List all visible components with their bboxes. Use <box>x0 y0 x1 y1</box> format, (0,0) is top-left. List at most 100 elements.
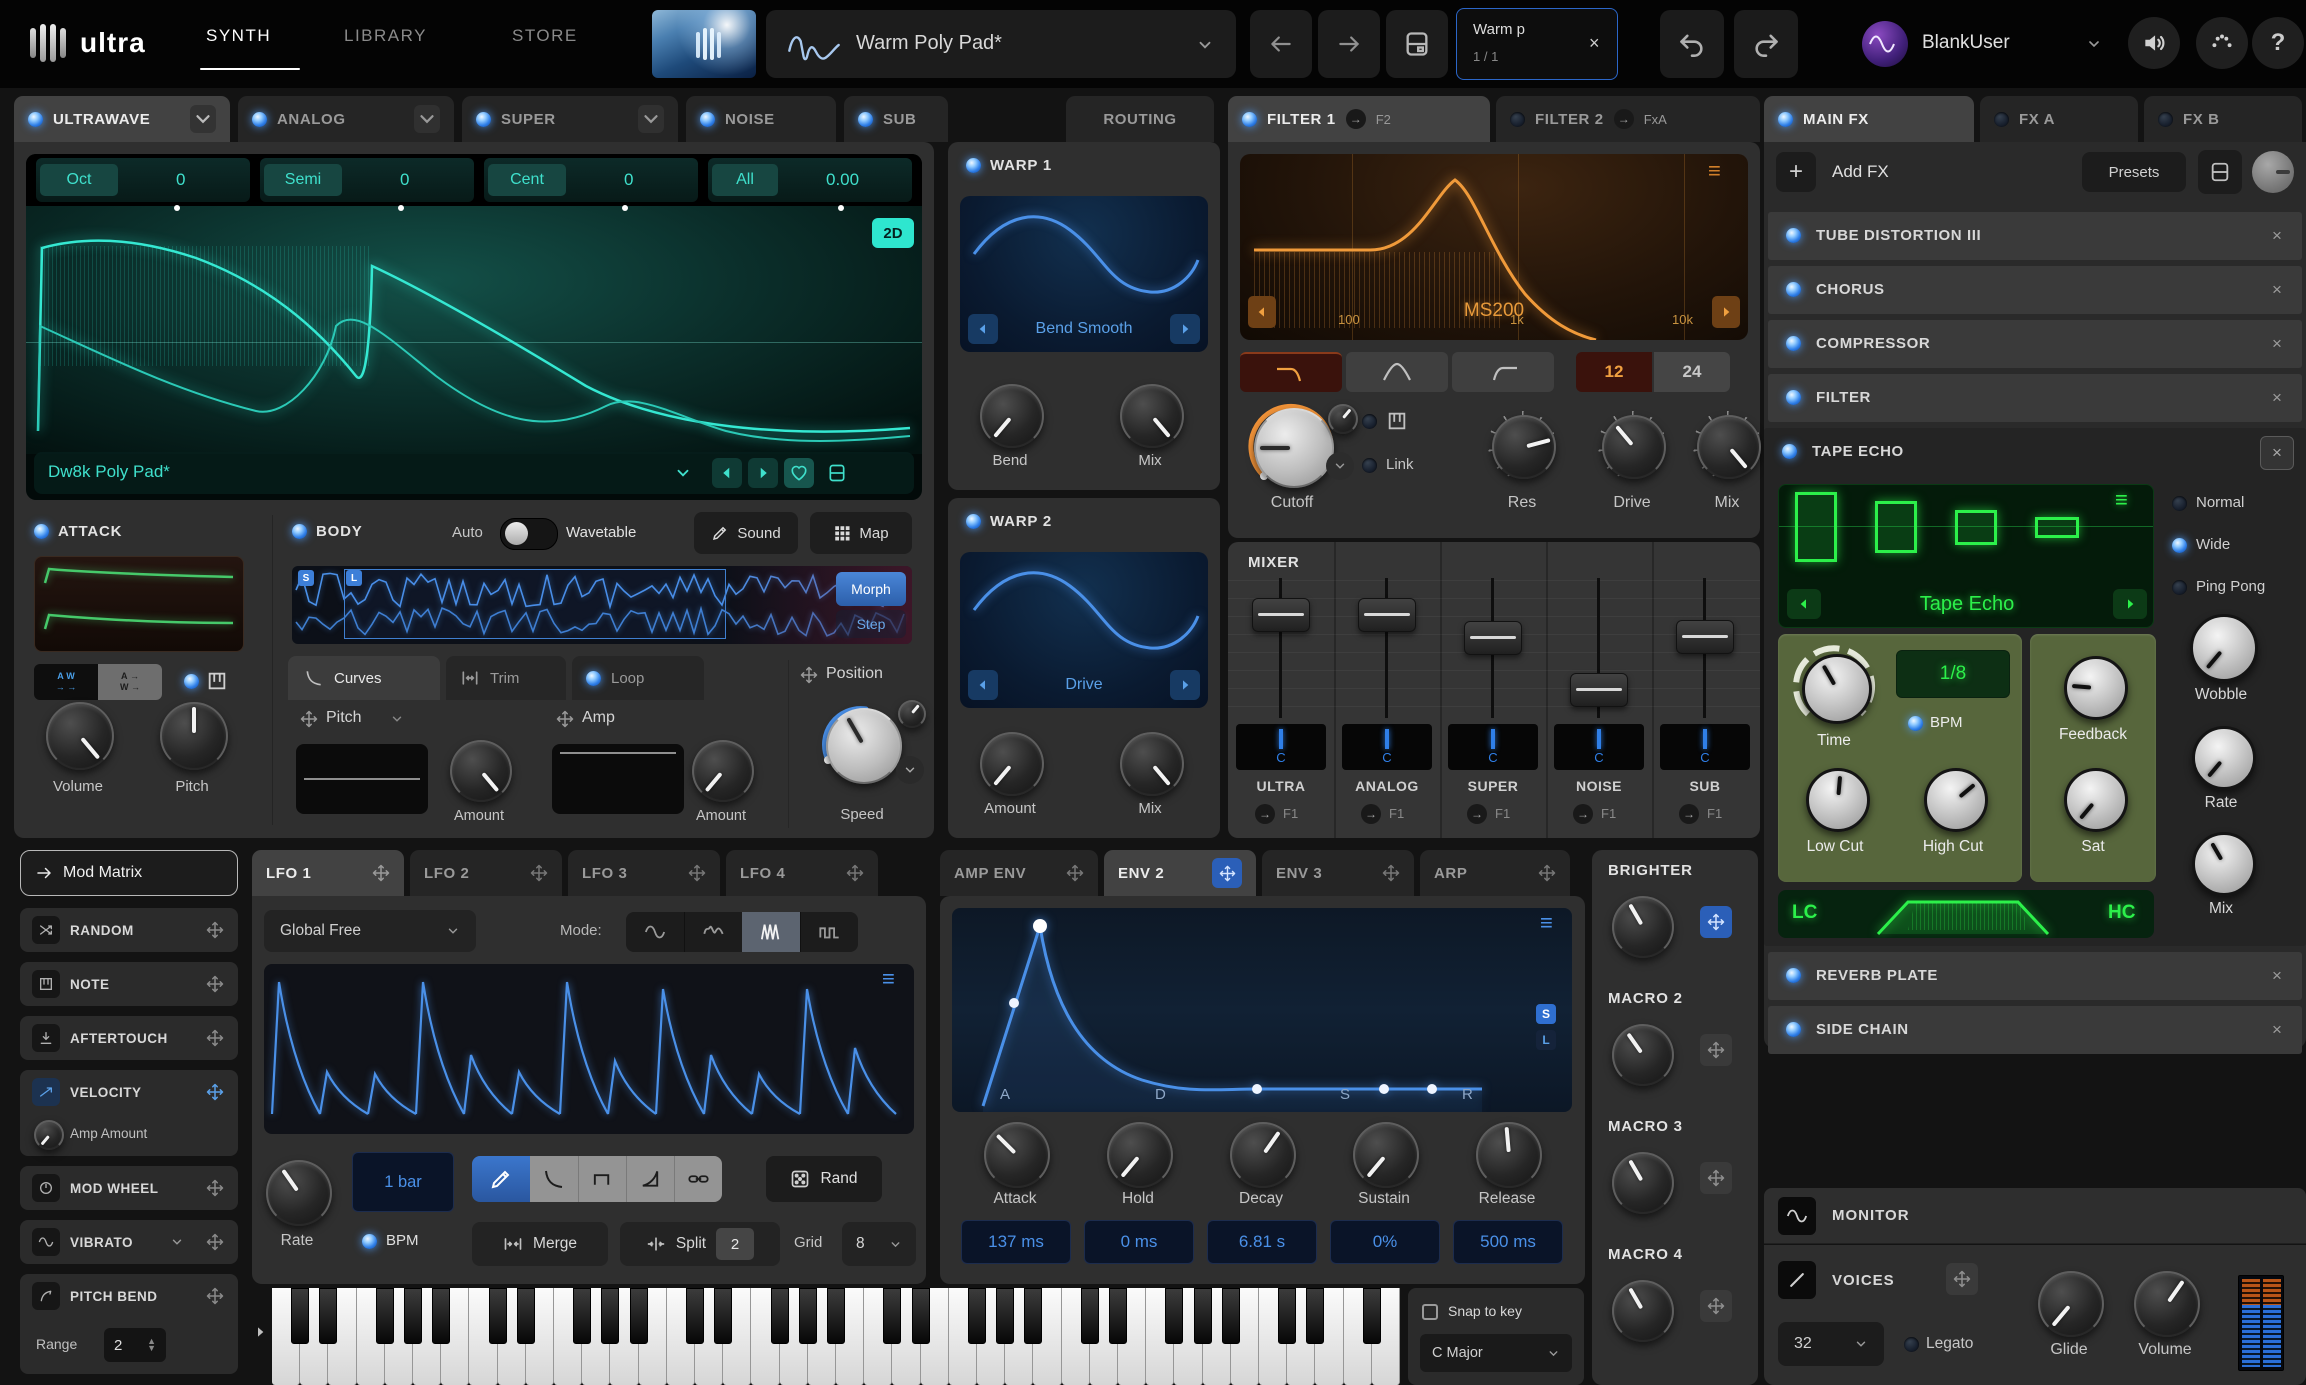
lfo-bpm-led[interactable] <box>362 1234 377 1249</box>
macro2-knob[interactable] <box>1612 1024 1674 1086</box>
piano-key-black[interactable] <box>291 1288 309 1344</box>
fx-b-led[interactable] <box>2158 112 2173 127</box>
range-stepper[interactable]: 2 ▲▼ <box>104 1328 166 1362</box>
legato-label[interactable]: Legato <box>1926 1335 1973 1353</box>
macro1-move-handle[interactable] <box>1700 906 1732 938</box>
keytrack-led[interactable] <box>1362 414 1377 429</box>
lfo-display[interactable]: ≡ <box>264 964 914 1134</box>
filter-type-lowpass[interactable] <box>1240 352 1342 392</box>
merge-button[interactable]: Merge <box>472 1222 608 1266</box>
piano-key-black[interactable] <box>1109 1288 1127 1344</box>
prev-preset-button[interactable] <box>1250 10 1312 78</box>
piano-key-black[interactable] <box>1194 1288 1212 1344</box>
close-icon[interactable]: × <box>1589 33 1600 54</box>
mod-item-aftertouch[interactable]: AFTERTOUCH <box>20 1016 238 1060</box>
fx-led[interactable] <box>1786 1022 1801 1037</box>
mode-wide-led[interactable] <box>2172 538 2187 553</box>
piano-key-black[interactable] <box>883 1288 901 1344</box>
voices-move-handle[interactable] <box>1946 1263 1978 1295</box>
fx-row-chorus[interactable]: CHORUS × <box>1768 266 2302 314</box>
mod-matrix-button[interactable]: Mod Matrix <box>20 850 238 896</box>
noise-led[interactable] <box>700 112 715 127</box>
tape-eq-display[interactable]: LC HC <box>1778 890 2154 938</box>
tape-echo-display[interactable]: ≡ Tape Echo <box>1778 484 2154 628</box>
prev-wave-button[interactable] <box>712 458 742 488</box>
volume-slider[interactable] <box>1358 578 1416 718</box>
env-loop-badge[interactable]: L <box>1536 1030 1556 1050</box>
sound-button[interactable]: Sound <box>694 512 798 554</box>
move-icon[interactable] <box>372 864 390 882</box>
fx-row-side-chain[interactable]: SIDE CHAIN × <box>1768 1006 2302 1054</box>
channel-route-icon[interactable]: → <box>1467 804 1487 824</box>
remove-fx-icon[interactable]: × <box>2272 966 2282 986</box>
mode-normal[interactable]: Normal <box>2196 494 2244 511</box>
cutoff-mod-knob[interactable] <box>1328 404 1358 434</box>
piano-key-black[interactable] <box>968 1288 986 1344</box>
draw-decay-button[interactable] <box>530 1156 578 1202</box>
mode-wide[interactable]: Wide <box>2196 536 2230 553</box>
tape-name[interactable]: Tape Echo <box>1837 593 2097 616</box>
env-menu-icon[interactable]: ≡ <box>1540 912 1553 934</box>
channel-route-icon[interactable]: → <box>1255 804 1275 824</box>
amp-amount-mini-knob[interactable] <box>34 1120 64 1150</box>
tab-trim[interactable]: Trim <box>446 656 566 700</box>
move-icon[interactable] <box>206 1083 224 1101</box>
nav-tab-library[interactable]: LIBRARY <box>344 26 427 46</box>
tab-env3[interactable]: ENV 3 <box>1262 850 1414 896</box>
fx-row-compressor[interactable]: COMPRESSOR × <box>1768 320 2302 368</box>
warp2-mode[interactable]: Drive <box>1000 676 1168 694</box>
marker-s[interactable]: S <box>298 570 314 586</box>
pan-display[interactable]: C <box>1660 724 1750 770</box>
map-button[interactable]: Map <box>810 512 912 554</box>
attack-env-value[interactable]: 137 ms <box>961 1220 1071 1264</box>
chevron-down-icon[interactable] <box>414 105 440 133</box>
draw-ramp-button[interactable] <box>626 1156 674 1202</box>
warp2-amount-knob[interactable] <box>980 732 1044 796</box>
rand-button[interactable]: Rand <box>766 1156 882 1202</box>
macro2-move-handle[interactable] <box>1700 1034 1732 1066</box>
param-value[interactable]: 0 <box>624 170 633 190</box>
amp-curve-display[interactable] <box>552 744 684 814</box>
chevron-down-icon[interactable] <box>170 1235 184 1249</box>
move-icon[interactable] <box>206 1287 224 1305</box>
warp1-led[interactable] <box>966 158 981 173</box>
keyboard-scroll-left-icon[interactable] <box>252 1324 268 1340</box>
draw-square-button[interactable] <box>578 1156 626 1202</box>
fx-row-tube-distortion[interactable]: TUBE DISTORTION III × <box>1768 212 2302 260</box>
time-value-display[interactable]: 1/8 <box>1896 650 2010 698</box>
decay-value[interactable]: 6.81 s <box>1207 1220 1317 1264</box>
move-icon[interactable] <box>206 1179 224 1197</box>
grid-dropdown[interactable]: 8 <box>842 1222 916 1266</box>
attack-volume-knob[interactable] <box>46 702 114 770</box>
warp1-display[interactable]: Bend Smooth <box>960 196 1208 352</box>
pitch-curve-display[interactable] <box>296 744 428 814</box>
voice-count-dropdown[interactable]: 32 <box>1778 1322 1884 1366</box>
move-icon[interactable] <box>206 975 224 993</box>
tab-main-fx[interactable]: MAIN FX <box>1764 96 1974 142</box>
cutoff-chevron-button[interactable] <box>1326 452 1354 480</box>
super-led[interactable] <box>476 112 491 127</box>
macro1-knob[interactable] <box>1612 896 1674 958</box>
tab-lfo4[interactable]: LFO 4 <box>726 850 878 896</box>
save-wave-icon[interactable] <box>822 458 852 488</box>
remove-fx-icon[interactable]: × <box>2272 388 2282 408</box>
hold-knob[interactable] <box>1107 1122 1173 1188</box>
filter-prev-button[interactable] <box>1248 296 1276 328</box>
high-cut-knob[interactable] <box>1924 768 1988 832</box>
preset-artwork-thumbnail[interactable] <box>652 10 756 78</box>
wobble-knob[interactable] <box>2190 614 2258 682</box>
env-sustain-badge[interactable]: S <box>1536 1004 1556 1024</box>
piano-key-black[interactable] <box>1278 1288 1296 1344</box>
wavetable-mode-toggle[interactable] <box>500 518 558 550</box>
piano-key-black[interactable] <box>827 1288 845 1344</box>
move-icon[interactable] <box>688 864 706 882</box>
piano-key-black[interactable] <box>517 1288 535 1344</box>
tab-lfo2[interactable]: LFO 2 <box>410 850 562 896</box>
tape-bpm-led[interactable] <box>1908 716 1923 731</box>
macro4-knob[interactable] <box>1612 1280 1674 1342</box>
piano-key-black[interactable] <box>630 1288 648 1344</box>
param-cent[interactable]: Cent 0 <box>484 158 698 202</box>
morph-button[interactable]: Morph <box>836 572 906 606</box>
preset-search-box[interactable]: Warm p 1 / 1 × <box>1456 8 1618 80</box>
2d-badge[interactable]: 2D <box>872 218 914 248</box>
